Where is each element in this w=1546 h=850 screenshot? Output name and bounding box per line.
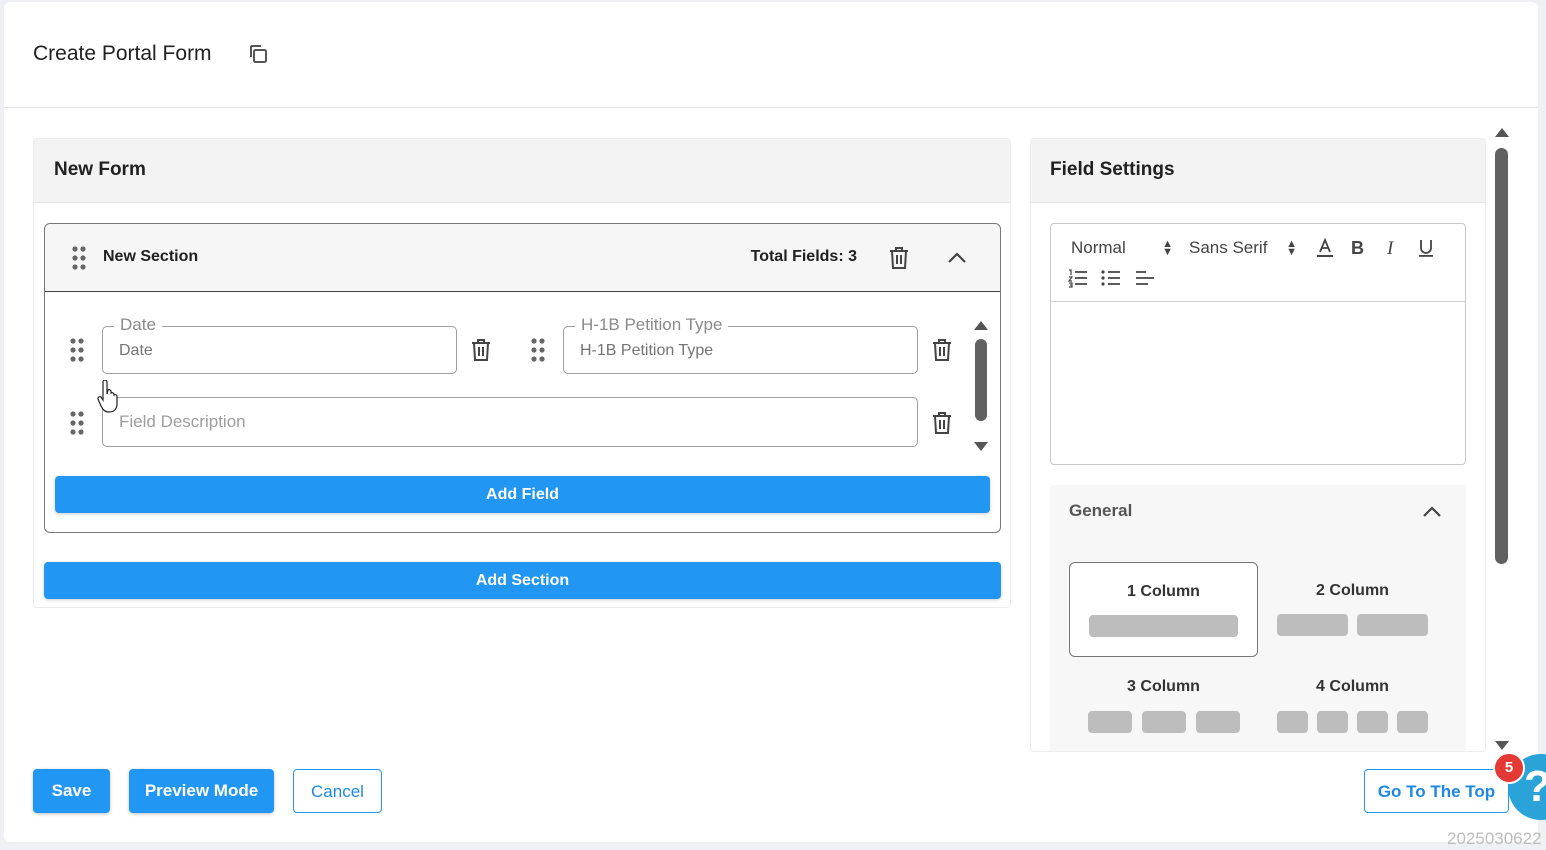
bold-icon[interactable]: B — [1347, 237, 1369, 259]
column-preview-bar — [1277, 711, 1308, 733]
scroll-up-icon[interactable] — [1494, 126, 1510, 138]
column-preview-bar — [1088, 711, 1132, 733]
form-panel-header: New Form — [34, 139, 1010, 203]
svg-text:I: I — [1386, 238, 1395, 259]
version-label: 2025030622 — [1447, 829, 1542, 848]
cancel-button[interactable]: Cancel — [293, 769, 382, 813]
notification-badge: 5 — [1493, 752, 1525, 784]
settings-scrollbar[interactable] — [1492, 126, 1512, 752]
column-preview-bar — [1317, 711, 1348, 733]
delete-field-icon[interactable] — [470, 338, 492, 362]
field-description-input[interactable]: Field Description — [102, 397, 918, 447]
date-field-label: Date — [114, 315, 162, 335]
heading-select[interactable]: Normal ▲ ▼ — [1071, 238, 1173, 258]
svg-text:B: B — [1351, 238, 1364, 258]
help-question-icon: ? — [1524, 762, 1546, 812]
general-settings: General 1 Column 2 Column 3 Column 4 Col… — [1050, 485, 1466, 751]
page-header: Create Portal Form — [4, 2, 1538, 108]
column-preview-bar — [1089, 615, 1238, 637]
form-section: New Section Total Fields: 3 Date Date H-… — [44, 223, 1001, 533]
column-option-2[interactable]: 2 Column — [1258, 562, 1447, 657]
column-option-3[interactable]: 3 Column — [1069, 657, 1258, 751]
form-panel: New Form New Section Total Fields: 3 Dat… — [33, 138, 1011, 608]
field-settings-panel: Field Settings Normal ▲ ▼ Sans Serif ▲ ▼ B — [1030, 138, 1486, 752]
settings-title: Field Settings — [1050, 159, 1175, 180]
italic-icon[interactable]: I — [1381, 237, 1403, 259]
column-preview-bar — [1142, 711, 1186, 733]
column-option-label: 1 Column — [1127, 583, 1200, 600]
column-preview-bar — [1397, 711, 1428, 733]
form-title: New Form — [54, 159, 146, 180]
underline-icon[interactable] — [1415, 237, 1437, 259]
delete-section-icon[interactable] — [888, 246, 910, 270]
settings-panel-header: Field Settings — [1031, 139, 1485, 203]
column-preview-bar — [1357, 614, 1428, 636]
section-header: New Section Total Fields: 3 — [45, 224, 1000, 292]
column-option-label: 2 Column — [1316, 582, 1389, 599]
scroll-down-icon[interactable] — [1494, 740, 1510, 752]
delete-field-icon[interactable] — [931, 411, 953, 435]
page-title: Create Portal Form — [33, 42, 212, 65]
select-arrows-icon: ▲ ▼ — [1286, 238, 1297, 258]
align-icon[interactable] — [1134, 267, 1156, 289]
drag-handle-icon[interactable] — [70, 411, 84, 435]
collapse-chevron-icon[interactable] — [946, 247, 968, 269]
rich-text-editor: Normal ▲ ▼ Sans Serif ▲ ▼ B I — [1050, 223, 1466, 465]
section-name: New Section — [103, 248, 199, 265]
date-field[interactable]: Date Date — [102, 315, 457, 374]
column-option-1[interactable]: 1 Column — [1069, 562, 1258, 657]
hand-cursor-icon — [97, 380, 118, 413]
ordered-list-icon[interactable] — [1067, 267, 1089, 289]
petition-type-field[interactable]: H-1B Petition Type H-1B Petition Type — [563, 315, 918, 374]
column-preview-bar — [1357, 711, 1388, 733]
main-card: Create Portal Form New Form New Section … — [4, 2, 1538, 842]
bullet-list-icon[interactable] — [1100, 267, 1122, 289]
column-preview-bar — [1277, 614, 1348, 636]
drag-handle-icon[interactable] — [531, 338, 545, 362]
column-option-label: 3 Column — [1127, 678, 1200, 695]
add-section-button[interactable]: Add Section — [44, 562, 1001, 599]
column-preview-bar — [1196, 711, 1240, 733]
total-fields-count: Total Fields: 3 — [750, 248, 857, 265]
editor-content-area[interactable] — [1051, 302, 1465, 464]
drag-handle-icon[interactable] — [70, 338, 84, 362]
field-description-placeholder: Field Description — [119, 412, 246, 431]
date-field-value: Date — [119, 342, 153, 359]
petition-type-value: H-1B Petition Type — [580, 342, 714, 359]
select-arrows-icon: ▲ ▼ — [1162, 238, 1173, 258]
save-button[interactable]: Save — [33, 769, 110, 813]
scroll-up-icon[interactable] — [973, 319, 989, 331]
add-field-button[interactable]: Add Field — [55, 476, 990, 513]
font-select[interactable]: Sans Serif ▲ ▼ — [1189, 238, 1297, 258]
column-option-4[interactable]: 4 Column — [1258, 657, 1447, 751]
drag-handle-icon[interactable] — [72, 246, 86, 270]
collapse-chevron-icon[interactable] — [1421, 501, 1443, 523]
settings-scroll-thumb[interactable] — [1495, 148, 1508, 564]
preview-mode-button[interactable]: Preview Mode — [129, 769, 274, 813]
text-color-icon[interactable] — [1314, 237, 1336, 259]
font-select-value: Sans Serif — [1189, 238, 1268, 257]
go-to-top-button[interactable]: Go To The Top — [1364, 769, 1509, 813]
scroll-down-icon[interactable] — [973, 441, 989, 453]
copy-icon[interactable] — [246, 42, 270, 66]
column-option-label: 4 Column — [1316, 678, 1389, 695]
fields-scroll-thumb[interactable] — [975, 339, 987, 421]
editor-toolbar: Normal ▲ ▼ Sans Serif ▲ ▼ B I — [1051, 224, 1465, 302]
petition-type-label: H-1B Petition Type — [575, 315, 729, 335]
delete-field-icon[interactable] — [931, 338, 953, 362]
fields-scrollbar[interactable] — [970, 317, 990, 455]
heading-select-value: Normal — [1071, 238, 1126, 257]
general-title: General — [1069, 501, 1133, 520]
